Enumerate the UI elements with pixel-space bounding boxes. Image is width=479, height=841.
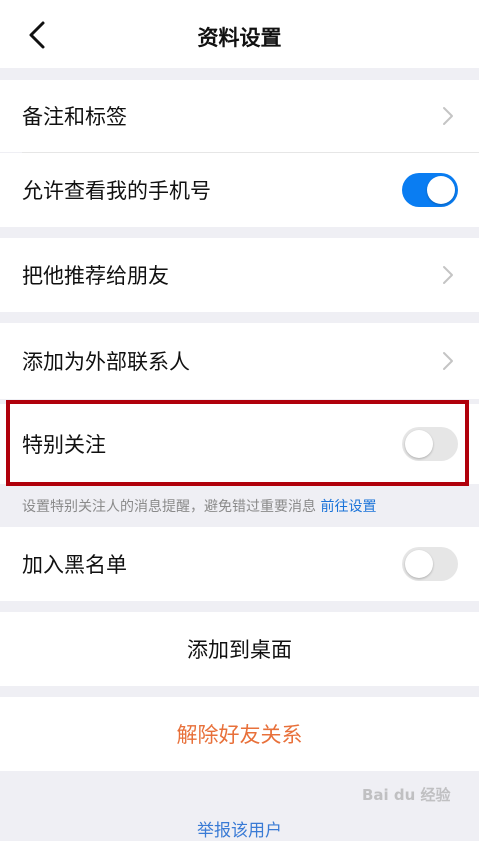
hint-text: 设置特别关注人的消息提醒，避免错过重要消息 (22, 499, 316, 515)
toggle-knob (405, 550, 433, 578)
remove-friend-label: 解除好友关系 (176, 723, 303, 747)
highlight-frame (6, 400, 469, 486)
chevron-right-icon (443, 352, 453, 370)
remark-tags-row[interactable]: 备注和标签 (0, 80, 479, 152)
add-external-contact-label: 添加为外部联系人 (22, 350, 190, 374)
recommend-to-friend-row[interactable]: 把他推荐给朋友 (0, 238, 479, 312)
chevron-right-icon (443, 107, 453, 125)
add-to-desktop-button[interactable]: 添加到桌面 (0, 612, 479, 686)
report-user-link[interactable]: 举报该用户 (0, 816, 479, 841)
blacklist-row: 加入黑名单 (0, 527, 479, 601)
allow-view-phone-toggle[interactable] (402, 173, 458, 207)
nav-header: 资料设置 (0, 0, 479, 68)
add-to-desktop-label: 添加到桌面 (187, 638, 292, 662)
allow-view-phone-label: 允许查看我的手机号 (22, 179, 211, 203)
add-external-contact-row[interactable]: 添加为外部联系人 (0, 323, 479, 399)
baidu-watermark: Bai du 经验 (362, 786, 451, 804)
remove-friend-button[interactable]: 解除好友关系 (0, 697, 479, 771)
recommend-to-friend-label: 把他推荐给朋友 (22, 264, 169, 288)
chevron-right-icon (443, 266, 453, 284)
blacklist-toggle[interactable] (402, 547, 458, 581)
special-attention-hint: 设置特别关注人的消息提醒，避免错过重要消息 前往设置 (22, 496, 376, 516)
go-settings-link[interactable]: 前往设置 (320, 499, 376, 515)
page-title: 资料设置 (197, 26, 282, 50)
toggle-knob (427, 176, 455, 204)
blacklist-label: 加入黑名单 (22, 553, 127, 577)
allow-view-phone-row: 允许查看我的手机号 (0, 153, 479, 227)
remark-tags-label: 备注和标签 (22, 105, 127, 129)
